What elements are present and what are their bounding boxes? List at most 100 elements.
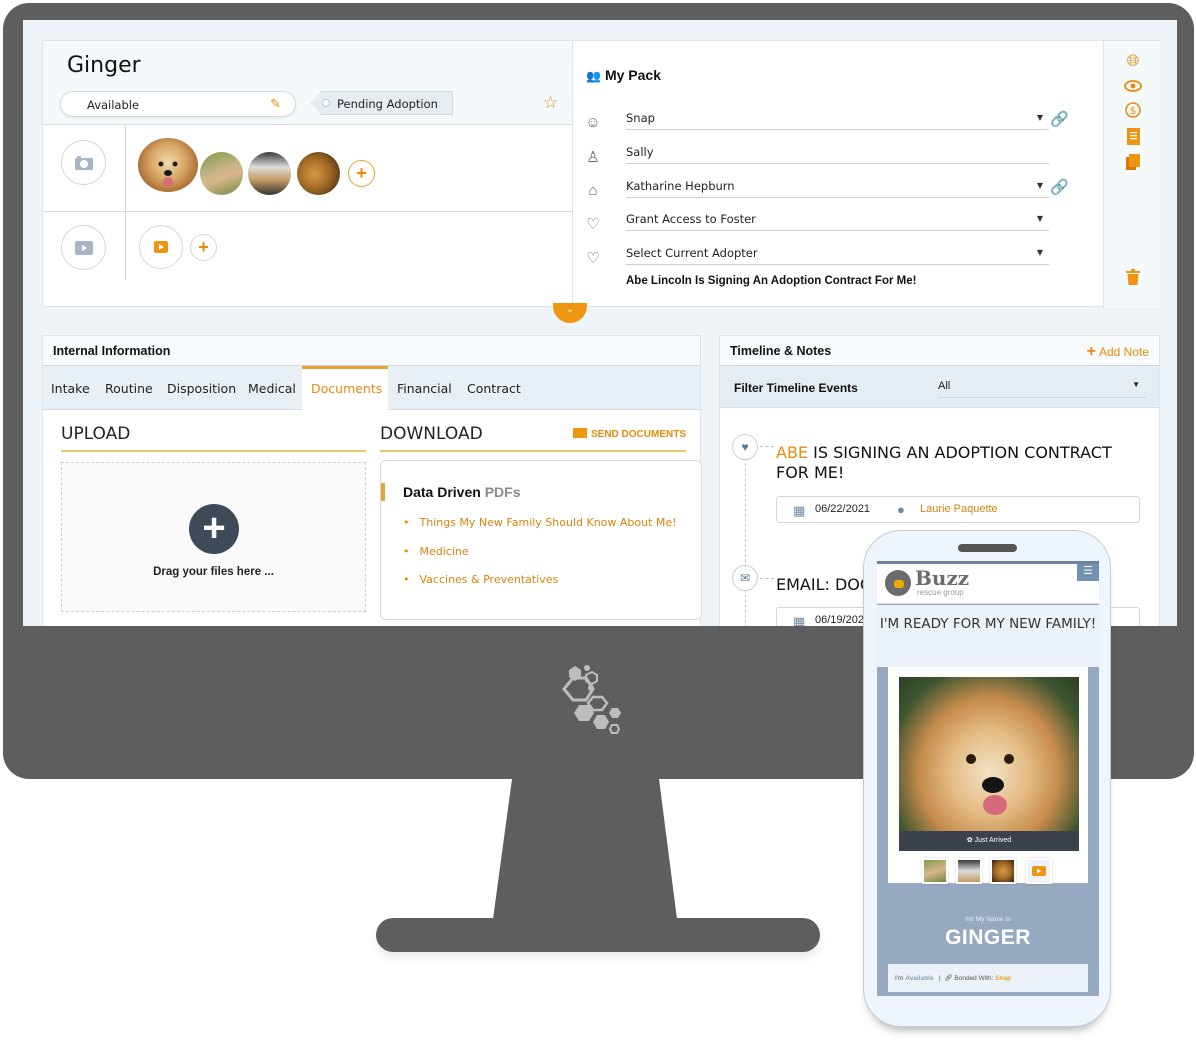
- my-pack-title: 👥 My Pack: [586, 67, 661, 83]
- bonded-pet-select[interactable]: Snap ▼: [626, 108, 1049, 130]
- internal-information-header: Internal Information: [43, 336, 700, 366]
- phone-thumbnail[interactable]: [956, 858, 982, 884]
- eye-icon[interactable]: [1123, 79, 1143, 99]
- add-file-icon[interactable]: +: [189, 504, 239, 554]
- phone-thumbnails: [922, 858, 1062, 884]
- pdf-link[interactable]: Vaccines & Preventatives: [403, 573, 559, 586]
- pdf-link[interactable]: Medicine: [403, 545, 469, 558]
- person-icon: ♙: [586, 149, 600, 166]
- adopter-value: Select Current Adopter: [626, 246, 758, 260]
- tab-medical[interactable]: Medical: [248, 366, 296, 410]
- tab-contract[interactable]: Contract: [467, 366, 521, 410]
- link-icon[interactable]: 🔗: [1050, 178, 1069, 196]
- grant-access-select[interactable]: Grant Access to Foster ▼: [626, 209, 1049, 231]
- photo-thumbnail[interactable]: [248, 152, 291, 195]
- dropzone-text: Drag your files here ...: [153, 566, 274, 578]
- plus-icon: +: [1086, 343, 1096, 360]
- calendar-icon: ▦: [793, 614, 806, 626]
- phone-thumbnail[interactable]: [922, 858, 948, 884]
- tab-routine[interactable]: Routine: [105, 366, 153, 410]
- timeline-event-title: ABE IS SIGNING AN ADOPTION CONTRACT FOR …: [776, 443, 1146, 483]
- link-icon: 🔗︎: [944, 975, 953, 982]
- divider: [125, 212, 126, 280]
- pet-photo[interactable]: [899, 677, 1079, 851]
- group-icon: 👥: [586, 69, 601, 83]
- phone-speaker: [958, 544, 1017, 552]
- link-icon[interactable]: 🔗: [1050, 110, 1069, 128]
- internal-information-card: Internal Information Intake Routine Disp…: [42, 335, 702, 626]
- file-dropzone[interactable]: + Drag your files here ...: [61, 462, 366, 612]
- brand-name: Buzz: [915, 566, 970, 590]
- foster-home-select[interactable]: Katharine Hepburn ▼: [626, 176, 1049, 198]
- calendar-icon: ▦: [793, 503, 806, 518]
- event-title-text: IS SIGNING AN ADOPTION CONTRACT FOR ME!: [776, 443, 1112, 482]
- accent-bar: [381, 483, 385, 501]
- photo-thumbnail[interactable]: [200, 152, 243, 195]
- monitor-stand-base: [376, 918, 820, 952]
- caret-down-icon: ▼: [1036, 113, 1043, 122]
- video-icon: [61, 225, 106, 270]
- connector: [760, 446, 774, 447]
- phone-screen: Buzz rescue group ☰ I'M READY FOR MY NEW…: [877, 561, 1099, 996]
- add-note-button[interactable]: + Add Note: [1087, 343, 1149, 361]
- envelope-icon: [572, 428, 587, 438]
- tag-dot-icon: [322, 99, 330, 107]
- bonded-value[interactable]: Snap: [995, 975, 1011, 982]
- phone-video-thumbnail[interactable]: [1026, 858, 1052, 884]
- pending-adoption-label: Pending Adoption: [337, 97, 438, 111]
- timeline-filter-bar: Filter Timeline Events All ▼: [720, 366, 1159, 408]
- pending-adoption-tag[interactable]: Pending Adoption: [311, 91, 453, 115]
- event-highlight[interactable]: ABE: [776, 443, 808, 462]
- pack-row-person: ♙ Sally: [574, 142, 1103, 176]
- event-date: 06/22/2021: [815, 503, 871, 515]
- add-video-button[interactable]: +: [190, 234, 217, 261]
- phone-status-bar: I'm Available | 🔗︎ Bonded With: Snap: [888, 964, 1088, 992]
- grant-access-value: Grant Access to Foster: [626, 212, 756, 226]
- user-icon: ●: [897, 502, 905, 517]
- phone-header: Buzz rescue group ☰: [877, 564, 1099, 604]
- internal-tabs: Intake Routine Disposition Medical Docum…: [43, 366, 700, 410]
- status-select[interactable]: Available ✎: [60, 91, 296, 117]
- tab-financial[interactable]: Financial: [397, 366, 452, 410]
- photo-thumbnail-main[interactable]: [138, 138, 198, 192]
- my-pack-panel: 👥 My Pack ☺ Snap ▼ 🔗 ♙ Sally ⌂ Katharine H…: [574, 41, 1103, 308]
- star-icon[interactable]: ☆: [543, 93, 558, 113]
- adoption-heart-icon: ♥: [732, 434, 758, 460]
- filter-select[interactable]: All ▼: [938, 376, 1146, 398]
- tab-disposition[interactable]: Disposition: [167, 366, 236, 410]
- foster-home-value: Katharine Hepburn: [626, 179, 735, 193]
- pencil-icon[interactable]: ✎: [270, 96, 281, 112]
- dog-icon: ☺: [585, 114, 601, 131]
- hamburger-menu-icon[interactable]: ☰: [1077, 564, 1099, 581]
- add-note-label: Add Note: [1098, 345, 1149, 359]
- phone-pet-name: GINGER: [945, 926, 1031, 949]
- pack-row-bonded-pet: ☺ Snap ▼ 🔗: [574, 108, 1103, 142]
- photo-thumbnail[interactable]: [297, 152, 340, 195]
- pdf-link[interactable]: Things My New Family Should Know About M…: [403, 516, 677, 529]
- brand-subtitle: rescue group: [917, 588, 964, 597]
- globe-icon[interactable]: 🌐︎: [1123, 53, 1143, 73]
- bonded-label: Bonded With:: [954, 975, 994, 982]
- dollar-icon[interactable]: $: [1123, 102, 1143, 122]
- tab-intake[interactable]: Intake: [51, 366, 90, 410]
- pdfs-heading: Data Driven PDFs: [403, 484, 521, 500]
- event-user[interactable]: Laurie Paquette: [920, 503, 998, 515]
- person-field[interactable]: Sally: [626, 142, 1049, 164]
- tab-documents[interactable]: Documents: [302, 366, 388, 410]
- phone-thumbnail[interactable]: [990, 858, 1016, 884]
- event-date: 06/19/2021: [815, 614, 871, 626]
- photos-row: +: [43, 126, 573, 212]
- send-documents-label: SEND DOCUMENTS: [590, 429, 686, 440]
- trash-icon[interactable]: [1123, 269, 1143, 289]
- caret-down-icon: ▼: [1036, 214, 1043, 223]
- collapse-toggle-button[interactable]: ⌄: [553, 303, 587, 323]
- upload-section: UPLOAD + Drag your files here ...: [61, 424, 366, 612]
- copy-icon[interactable]: [1123, 154, 1143, 174]
- add-photo-button[interactable]: +: [348, 160, 375, 187]
- video-thumbnail[interactable]: [139, 225, 183, 269]
- profile-panel: Ginger Available ✎ Pending Adoption ☆ + …: [43, 41, 573, 308]
- pet-name: Ginger: [67, 53, 141, 78]
- adopter-select[interactable]: Select Current Adopter ▼: [626, 243, 1049, 265]
- document-icon[interactable]: [1123, 128, 1143, 148]
- send-documents-button[interactable]: SEND DOCUMENTS: [572, 428, 686, 440]
